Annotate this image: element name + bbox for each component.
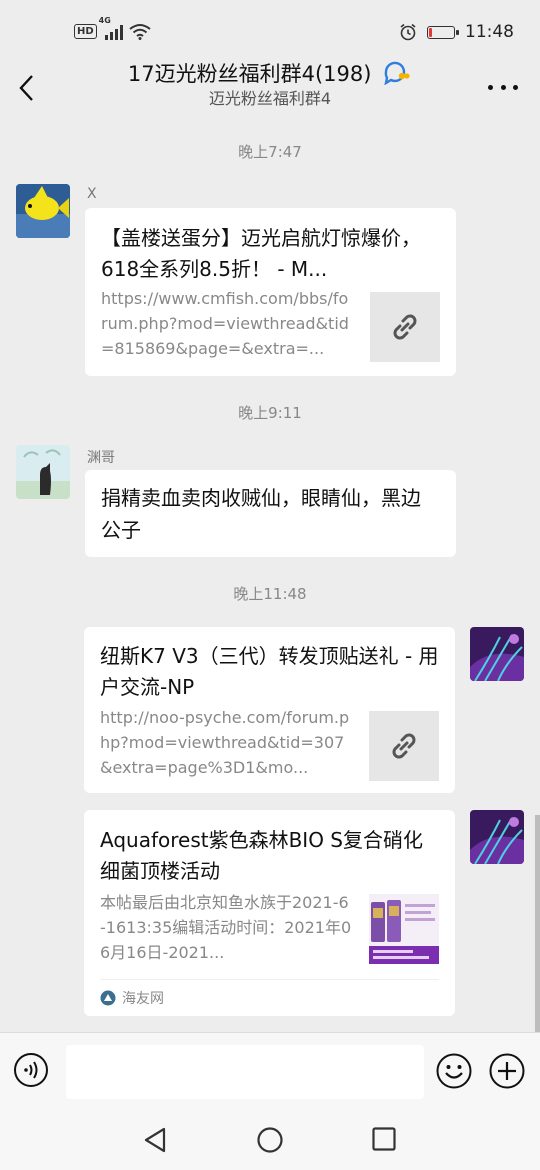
text-message[interactable]: 捐精卖血卖肉收贼仙，眼睛仙，黑边公子 xyxy=(85,470,456,557)
source-logo-icon xyxy=(100,990,116,1006)
alarm-icon xyxy=(400,23,416,41)
chat-header: 17迈光粉丝福利群4(198) 迈光粉丝福利群4 xyxy=(0,60,540,120)
nav-recent-icon[interactable] xyxy=(372,1127,396,1151)
system-nav-bar xyxy=(0,1110,540,1170)
avatar[interactable] xyxy=(16,445,70,499)
chat-subtitle: 迈光粉丝福利群4 xyxy=(208,89,332,108)
back-arrow-icon[interactable] xyxy=(14,70,44,106)
timestamp: 晚上11:48 xyxy=(233,585,307,603)
link-icon xyxy=(392,733,416,759)
sender-name: 渊哥 xyxy=(87,450,115,466)
chat-title-row[interactable]: 17迈光粉丝福利群4(198) xyxy=(100,60,440,88)
message-text: 捐精卖血卖肉收贼仙，眼睛仙，黑边公子 xyxy=(101,486,421,542)
message-input[interactable] xyxy=(66,1045,424,1099)
input-bar xyxy=(0,1032,540,1111)
voice-icon[interactable] xyxy=(14,1053,48,1087)
nav-back-icon[interactable] xyxy=(142,1126,168,1154)
link-description: http://noo-psyche.com/forum.php?mod=view… xyxy=(100,708,350,777)
avatar[interactable] xyxy=(470,627,524,681)
link-title: 纽斯K7 V3（三代）转发顶贴送礼 - 用户交流-NP xyxy=(100,644,439,699)
more-dots-icon[interactable] xyxy=(488,74,518,100)
nav-home-icon[interactable] xyxy=(257,1127,283,1153)
clock: 11:48 xyxy=(465,22,514,42)
link-message[interactable]: 纽斯K7 V3（三代）转发顶贴送礼 - 用户交流-NP http://noo-p… xyxy=(84,627,455,793)
scrollbar[interactable] xyxy=(535,815,540,1035)
avatar[interactable] xyxy=(470,810,524,864)
avatar[interactable] xyxy=(16,184,70,238)
chat-title: 17迈光粉丝福利群4(198) xyxy=(127,62,372,86)
hd-badge: HD xyxy=(74,23,97,39)
article-card[interactable]: Aquaforest紫色森林BIO S复合硝化细菌顶楼活动 本帖最后由北京知鱼水… xyxy=(84,810,455,1016)
card-thumbnail xyxy=(369,894,439,964)
link-message[interactable]: 【盖楼送蛋分】迈光启航灯惊爆价，618全系列8.5折！ - M... https… xyxy=(85,208,456,376)
battery-icon xyxy=(427,25,459,39)
timestamp: 晚上9:11 xyxy=(238,404,302,422)
plus-icon[interactable] xyxy=(489,1053,525,1089)
card-source: 海友网 xyxy=(100,979,439,1016)
signal-icon: 4G xyxy=(99,16,123,40)
network-status: HD 4G xyxy=(74,16,151,40)
group-badge-icon xyxy=(384,61,410,85)
link-title: 【盖楼送蛋分】迈光启航灯惊爆价，618全系列8.5折！ - M... xyxy=(101,226,421,281)
link-icon xyxy=(393,314,417,340)
sender-name: X xyxy=(87,186,97,202)
timestamp: 晚上7:47 xyxy=(238,143,302,161)
wifi-icon xyxy=(129,23,151,40)
link-thumbnail xyxy=(370,292,440,362)
link-thumbnail xyxy=(369,711,439,781)
link-description: https://www.cmfish.com/bbs/forum.php?mod… xyxy=(101,289,349,358)
card-description: 本帖最后由北京知鱼水族于2021-6-1613:35编辑活动时间：2021年06… xyxy=(100,893,352,962)
emoji-icon[interactable] xyxy=(436,1053,472,1089)
source-name: 海友网 xyxy=(122,991,164,1007)
status-bar: HD 4G 11:48 xyxy=(0,0,540,60)
card-title: Aquaforest紫色森林BIO S复合硝化细菌顶楼活动 xyxy=(100,828,423,883)
